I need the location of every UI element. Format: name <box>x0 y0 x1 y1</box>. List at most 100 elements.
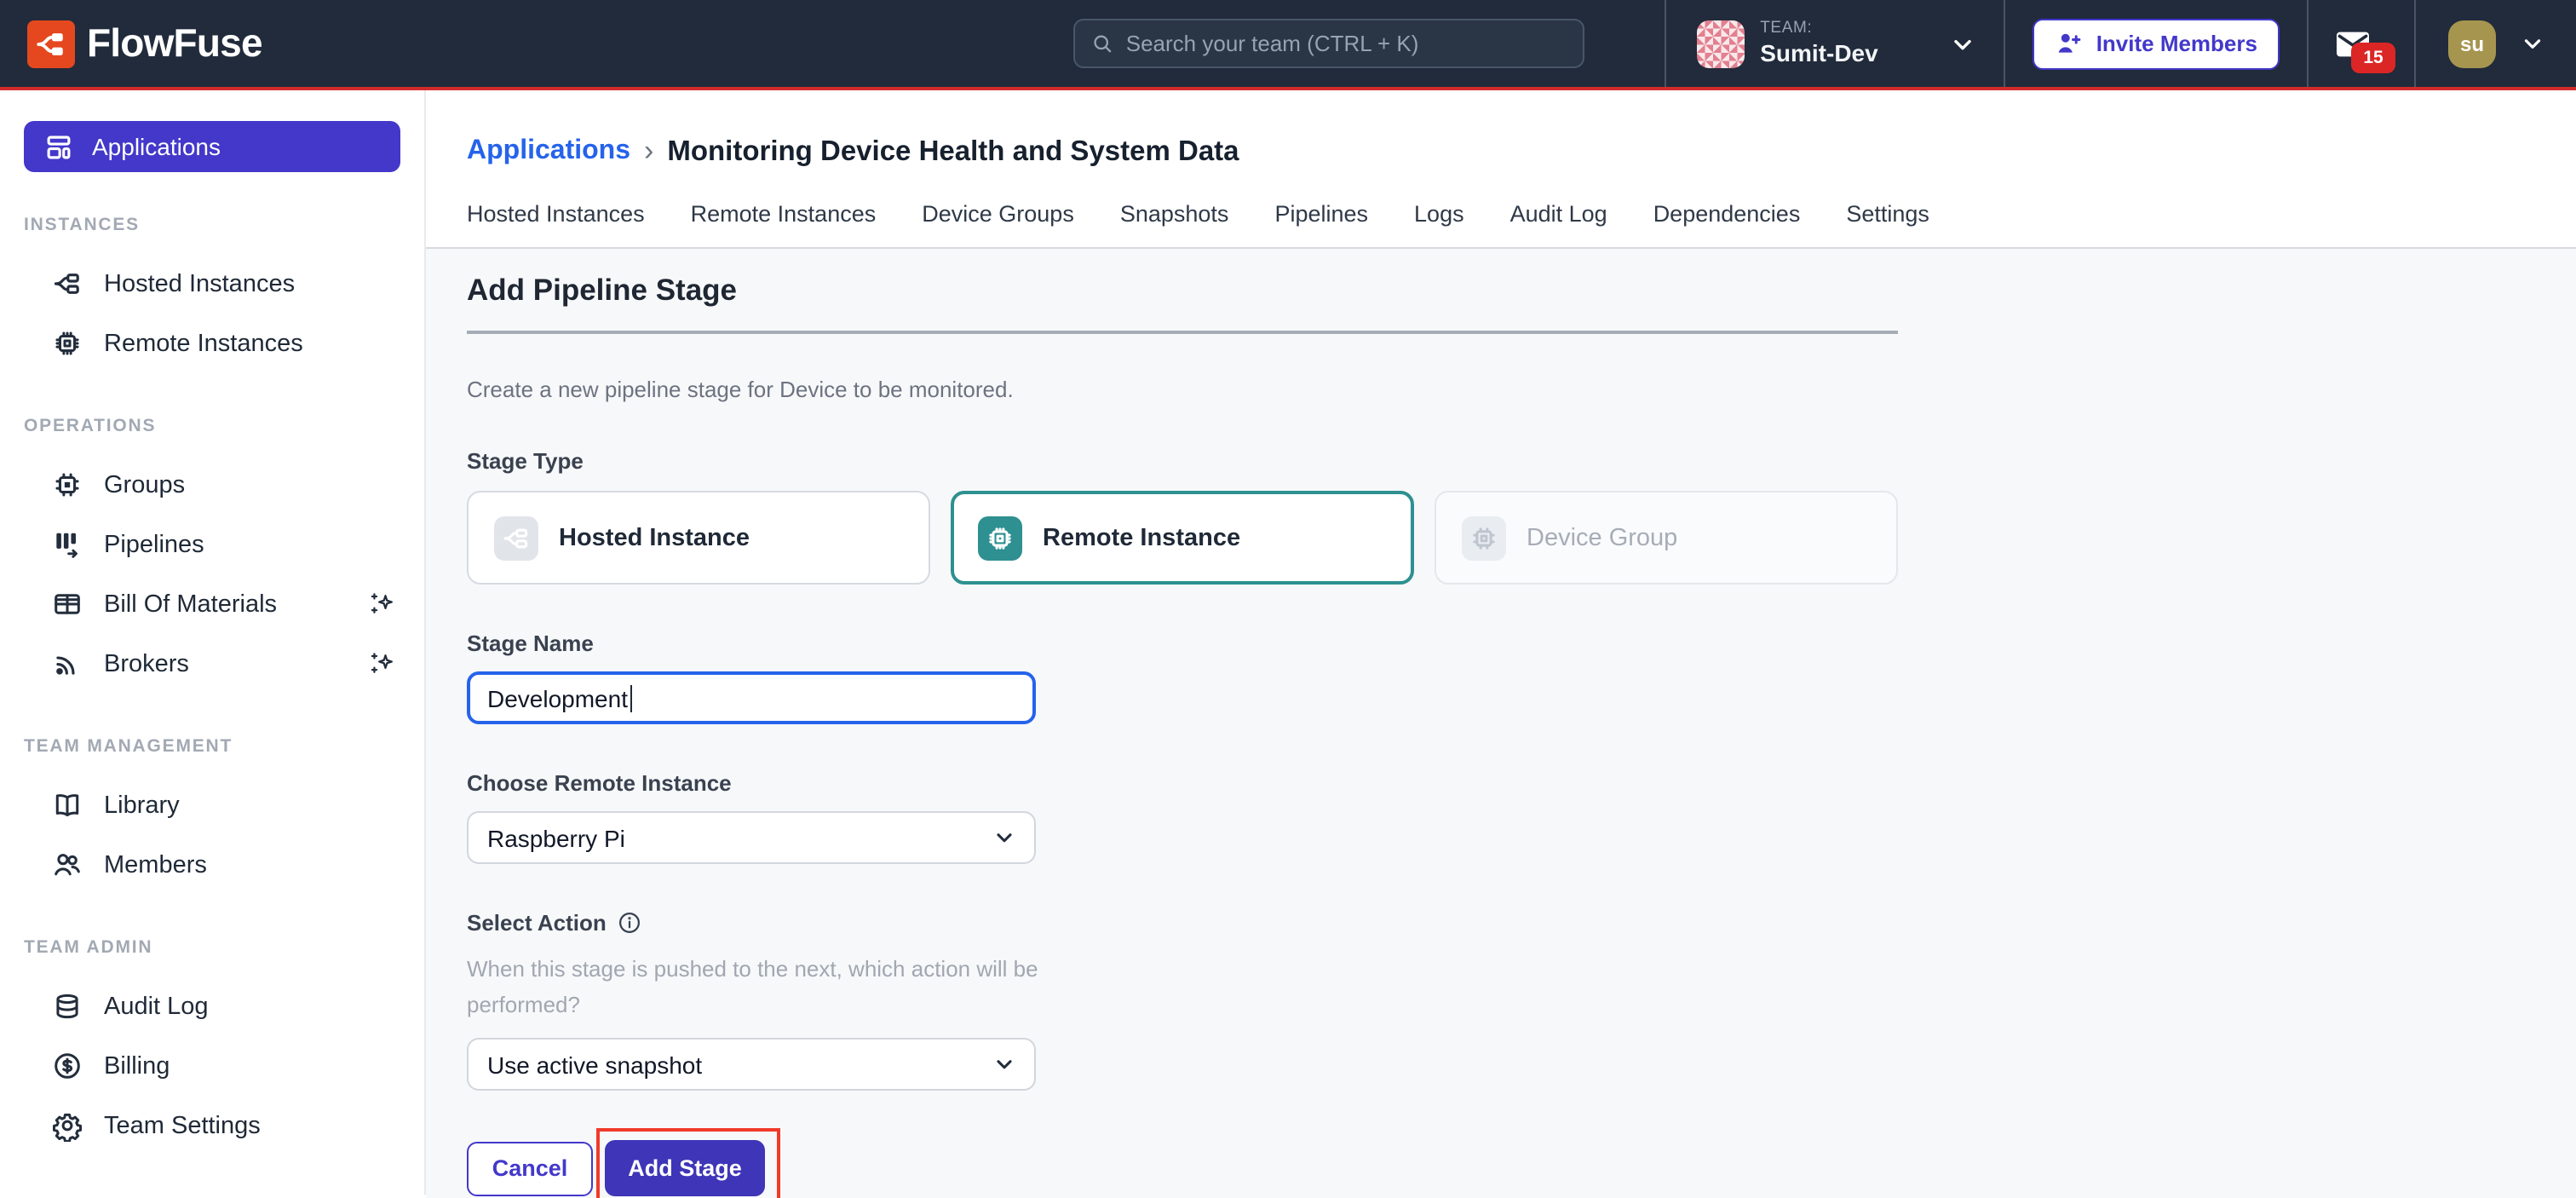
tab-bar: Hosted Instances Remote Instances Device… <box>426 169 2576 249</box>
select-action-help-text: When this stage is pushed to the next, w… <box>467 951 1131 1022</box>
chevron-down-icon <box>993 1053 1015 1075</box>
navbar-divider <box>2004 0 2006 87</box>
tab-hosted-instances[interactable]: Hosted Instances <box>467 201 645 227</box>
tab-panel: Add Pipeline Stage Create a new pipeline… <box>426 249 2576 1198</box>
sidebar-item-label: Groups <box>104 471 185 498</box>
groups-icon <box>51 469 83 501</box>
brokers-icon <box>51 648 83 680</box>
tab-device-groups[interactable]: Device Groups <box>922 201 1074 227</box>
sidebar-item-bill-of-materials[interactable]: Bill Of Materials <box>0 574 424 634</box>
select-action-label: Select Action <box>467 910 1898 936</box>
sidebar-item-remote-instances[interactable]: Remote Instances <box>0 314 424 373</box>
invite-members-label: Invite Members <box>2096 31 2257 56</box>
sidebar-item-team-settings[interactable]: Team Settings <box>0 1096 424 1155</box>
select-action-select[interactable]: Use active snapshot <box>467 1038 1036 1091</box>
sidebar-item-label: Brokers <box>104 650 189 677</box>
flowfuse-logo[interactable]: FlowFuse <box>27 20 262 67</box>
breadcrumb: Applications › Monitoring Device Health … <box>426 90 2576 169</box>
sparkles-icon <box>366 648 397 679</box>
stage-name-label: Stage Name <box>467 631 1898 656</box>
billing-icon <box>51 1050 83 1082</box>
hosted-instances-icon <box>51 268 83 300</box>
stage-type-option-label: Remote Instance <box>1043 524 1240 551</box>
team-avatar <box>1697 20 1745 67</box>
annotation-highlight: Add Stage <box>596 1128 780 1198</box>
sidebar-section-team-admin: TEAM ADMIN Audit Log Billing <box>0 937 424 1155</box>
sidebar-section-instances: INSTANCES Hosted Instances Remote Instan… <box>0 215 424 373</box>
remote-instance-label: Choose Remote Instance <box>467 770 1898 796</box>
tab-settings[interactable]: Settings <box>1846 201 1929 227</box>
form-title: Add Pipeline Stage <box>467 273 1898 308</box>
section-title: TEAM MANAGEMENT <box>24 736 400 757</box>
sidebar-item-label: Audit Log <box>104 993 209 1020</box>
page-title: Monitoring Device Health and System Data <box>667 135 1239 168</box>
team-search[interactable] <box>1073 19 1584 68</box>
sidebar-item-label: Billing <box>104 1052 170 1080</box>
section-title: INSTANCES <box>24 215 400 235</box>
remote-instance-tile-icon <box>978 515 1022 560</box>
sidebar-item-label: Pipelines <box>104 531 204 558</box>
tab-audit-log[interactable]: Audit Log <box>1510 201 1607 227</box>
user-menu-chevron-icon[interactable] <box>2520 31 2545 56</box>
library-icon <box>51 789 83 821</box>
device-group-tile-icon <box>1462 515 1506 560</box>
text-cursor <box>630 684 632 711</box>
sidebar-item-label: Applications <box>92 133 221 160</box>
remote-instance-select[interactable]: Raspberry Pi <box>467 811 1036 864</box>
cancel-button[interactable]: Cancel <box>467 1141 593 1195</box>
applications-icon <box>43 130 75 163</box>
sidebar-item-library[interactable]: Library <box>0 775 424 835</box>
form-description: Create a new pipeline stage for Device t… <box>467 377 1898 402</box>
navbar-divider <box>2307 0 2309 87</box>
sidebar-section-operations: OPERATIONS Groups Pipelines <box>0 416 424 694</box>
select-action-value: Use active snapshot <box>487 1051 702 1078</box>
tab-dependencies[interactable]: Dependencies <box>1653 201 1801 227</box>
stage-type-remote-instance-card[interactable]: Remote Instance <box>951 491 1414 585</box>
info-icon[interactable] <box>617 910 642 936</box>
app-window: FlowFuse TEAM: Sumit-Dev <box>0 0 2576 1198</box>
sidebar-item-applications[interactable]: Applications <box>24 121 400 172</box>
sidebar-item-audit-log[interactable]: Audit Log <box>0 976 424 1036</box>
sparkles-icon <box>366 589 397 619</box>
sidebar-item-members[interactable]: Members <box>0 835 424 895</box>
top-navbar: FlowFuse TEAM: Sumit-Dev <box>0 0 2576 90</box>
stage-type-option-label: Hosted Instance <box>559 524 750 551</box>
section-title: OPERATIONS <box>24 416 400 436</box>
notifications-button[interactable]: 15 <box>2332 21 2377 66</box>
user-plus-icon <box>2056 29 2084 58</box>
sidebar-section-team-management: TEAM MANAGEMENT Library Members <box>0 736 424 895</box>
sidebar-item-label: Members <box>104 851 207 878</box>
tab-remote-instances[interactable]: Remote Instances <box>691 201 877 227</box>
sidebar-item-label: Library <box>104 792 180 819</box>
tab-pipelines[interactable]: Pipelines <box>1274 201 1368 227</box>
members-icon <box>51 849 83 881</box>
stage-type-option-label: Device Group <box>1527 524 1677 551</box>
add-stage-button[interactable]: Add Stage <box>605 1140 765 1196</box>
sidebar-item-brokers[interactable]: Brokers <box>0 634 424 694</box>
team-settings-icon <box>51 1109 83 1142</box>
notification-badge: 15 <box>2351 42 2395 72</box>
flowfuse-logo-icon <box>27 20 75 67</box>
navbar-right-cluster: TEAM: Sumit-Dev Invite Members 15 <box>1665 0 2576 87</box>
form-buttons: Cancel Add Stage <box>467 1128 1898 1198</box>
user-avatar[interactable]: su <box>2448 20 2496 67</box>
sidebar-item-hosted-instances[interactable]: Hosted Instances <box>0 254 424 314</box>
breadcrumb-applications-link[interactable]: Applications <box>467 136 630 167</box>
stage-type-options: Hosted Instance Remote Instance <box>467 491 1898 585</box>
navbar-divider <box>1665 0 1666 87</box>
team-caption: TEAM: <box>1760 20 1877 38</box>
tab-logs[interactable]: Logs <box>1414 201 1464 227</box>
search-input[interactable] <box>1126 31 1567 56</box>
team-selector[interactable]: TEAM: Sumit-Dev <box>1697 20 1976 67</box>
remote-instance-value: Raspberry Pi <box>487 824 625 851</box>
stage-type-hosted-instance-card[interactable]: Hosted Instance <box>467 491 930 585</box>
audit-log-icon <box>51 990 83 1022</box>
sidebar-item-pipelines[interactable]: Pipelines <box>0 515 424 574</box>
sidebar-item-billing[interactable]: Billing <box>0 1036 424 1096</box>
invite-members-button[interactable]: Invite Members <box>2033 18 2280 69</box>
stage-type-label: Stage Type <box>467 448 1898 474</box>
tab-snapshots[interactable]: Snapshots <box>1120 201 1229 227</box>
sidebar-item-groups[interactable]: Groups <box>0 455 424 515</box>
search-icon <box>1090 31 1114 56</box>
stage-name-input[interactable]: Development <box>467 671 1036 724</box>
